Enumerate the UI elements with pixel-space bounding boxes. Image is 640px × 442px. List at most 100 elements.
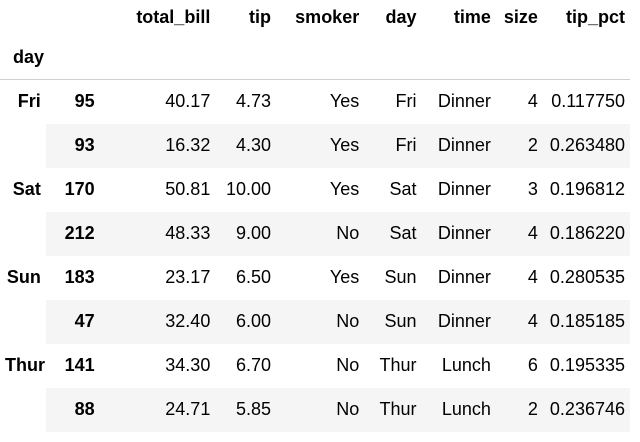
table-row: 212 48.33 9.00 No Sat Dinner 4 0.186220 — [0, 211, 630, 256]
row-index: 88 — [74, 399, 95, 419]
group-label: Sun — [0, 255, 46, 300]
table-cell: 6.00 — [235, 311, 272, 331]
blank-header-cell — [215, 35, 277, 80]
table-cell: 4 — [527, 267, 538, 287]
row-index: 95 — [74, 91, 95, 112]
table-cell: 32.40 — [165, 311, 211, 331]
table-cell: 34.30 — [165, 355, 211, 375]
table-cell: 50.81 — [165, 179, 211, 199]
table-cell: Yes — [329, 179, 360, 199]
table-cell: Lunch — [441, 355, 491, 375]
column-header: size — [503, 7, 538, 27]
table-cell: No — [336, 223, 360, 243]
table-row: 47 32.40 6.00 No Sun Dinner 4 0.185185 — [0, 299, 630, 344]
table-row: 93 16.32 4.30 Yes Fri Dinner 2 0.263480 — [0, 123, 630, 168]
table-row: Sat 170 50.81 10.00 Yes Sat Dinner 3 0.1… — [0, 167, 630, 212]
table-cell: Yes — [329, 135, 360, 155]
column-header: total_bill — [136, 7, 211, 27]
table-cell: 0.186220 — [549, 223, 625, 243]
table-cell: Dinner — [437, 267, 491, 287]
group-label — [0, 387, 46, 432]
table-cell: 24.71 — [165, 399, 211, 419]
table-cell: 0.263480 — [549, 135, 625, 155]
table-cell: Fri — [395, 135, 417, 155]
table-row: Thur 141 34.30 6.70 No Thur Lunch 6 0.19… — [0, 343, 630, 388]
table-cell: No — [336, 311, 360, 331]
blank-header-cell — [495, 35, 543, 80]
blank-header-cell — [421, 35, 496, 80]
table-cell: Thur — [379, 399, 417, 419]
row-index: 212 — [64, 223, 95, 243]
table-cell: No — [336, 399, 360, 419]
group-label — [0, 299, 46, 344]
table-cell: 2 — [527, 399, 538, 419]
table-cell: 5.85 — [235, 399, 272, 419]
row-index: 170 — [64, 179, 95, 199]
blank-header-cell — [364, 35, 422, 80]
table-cell: Dinner — [437, 91, 491, 112]
table-cell: 0.195335 — [549, 355, 625, 375]
table-cell: 9.00 — [235, 223, 272, 243]
table-cell: 0.280535 — [549, 267, 625, 287]
table-cell: 40.17 — [165, 91, 211, 112]
table-cell: 6 — [527, 355, 538, 375]
table-cell: 0.185185 — [549, 311, 625, 331]
group-label — [0, 211, 46, 256]
table-cell: 4.73 — [235, 91, 272, 112]
table-cell: Yes — [329, 267, 360, 287]
blank-header-cell — [46, 0, 100, 35]
table-cell: Dinner — [437, 223, 491, 243]
row-index: 141 — [64, 355, 95, 375]
group-label: Sat — [0, 167, 46, 212]
table-cell: Sun — [384, 311, 417, 331]
table-cell: 4 — [527, 311, 538, 331]
table-cell: Dinner — [437, 311, 491, 331]
dataframe-table: total_bill tip smoker day time size tip_… — [0, 0, 630, 432]
table-cell: 23.17 — [165, 267, 211, 287]
row-index: 93 — [74, 135, 95, 155]
table-cell: 3 — [527, 179, 538, 199]
table-cell: 4 — [527, 91, 538, 112]
column-header: day — [385, 7, 417, 27]
table-cell: 48.33 — [165, 223, 211, 243]
table-cell: 2 — [527, 135, 538, 155]
table-row: Fri 95 40.17 4.73 Yes Fri Dinner 4 0.117… — [0, 79, 630, 124]
blank-header-cell — [542, 35, 630, 80]
table-cell: Thur — [379, 355, 417, 375]
table-cell: 6.70 — [235, 355, 272, 375]
table-cell: Lunch — [441, 399, 491, 419]
blank-header-cell — [276, 35, 365, 80]
index-name-row: day — [0, 35, 630, 80]
table-cell: 10.00 — [225, 179, 272, 199]
blank-header-cell — [99, 35, 216, 80]
table-cell: Fri — [395, 91, 417, 112]
row-index: 47 — [74, 311, 95, 331]
table-cell: 0.236746 — [549, 399, 625, 419]
column-header: time — [453, 7, 491, 27]
table-cell: Sun — [384, 267, 417, 287]
column-header: tip_pct — [565, 7, 625, 27]
table-cell: Dinner — [437, 135, 491, 155]
group-label: Thur — [0, 343, 46, 388]
table-cell: 6.50 — [235, 267, 272, 287]
column-header: tip — [249, 7, 272, 27]
table-cell: 4.30 — [235, 135, 272, 155]
table-row: 88 24.71 5.85 No Thur Lunch 2 0.236746 — [0, 387, 630, 432]
group-label — [0, 123, 46, 168]
table-cell: 16.32 — [165, 135, 211, 155]
group-label: Fri — [0, 79, 46, 124]
table-header: total_bill tip smoker day time size tip_… — [0, 0, 630, 80]
table-cell: 0.117750 — [551, 91, 625, 112]
table-cell: Dinner — [437, 179, 491, 199]
table-cell: Yes — [329, 91, 360, 112]
column-header-row: total_bill tip smoker day time size tip_… — [0, 0, 630, 35]
index-name-label: day — [0, 35, 100, 80]
row-index: 183 — [64, 267, 95, 287]
table-cell: Sat — [389, 179, 417, 199]
table-cell: 0.196812 — [549, 179, 625, 199]
table-cell: 4 — [527, 223, 538, 243]
table-cell: Sat — [389, 223, 417, 243]
table-row: Sun 183 23.17 6.50 Yes Sun Dinner 4 0.28… — [0, 255, 630, 300]
table-cell: No — [336, 355, 360, 375]
column-header: smoker — [295, 7, 360, 27]
